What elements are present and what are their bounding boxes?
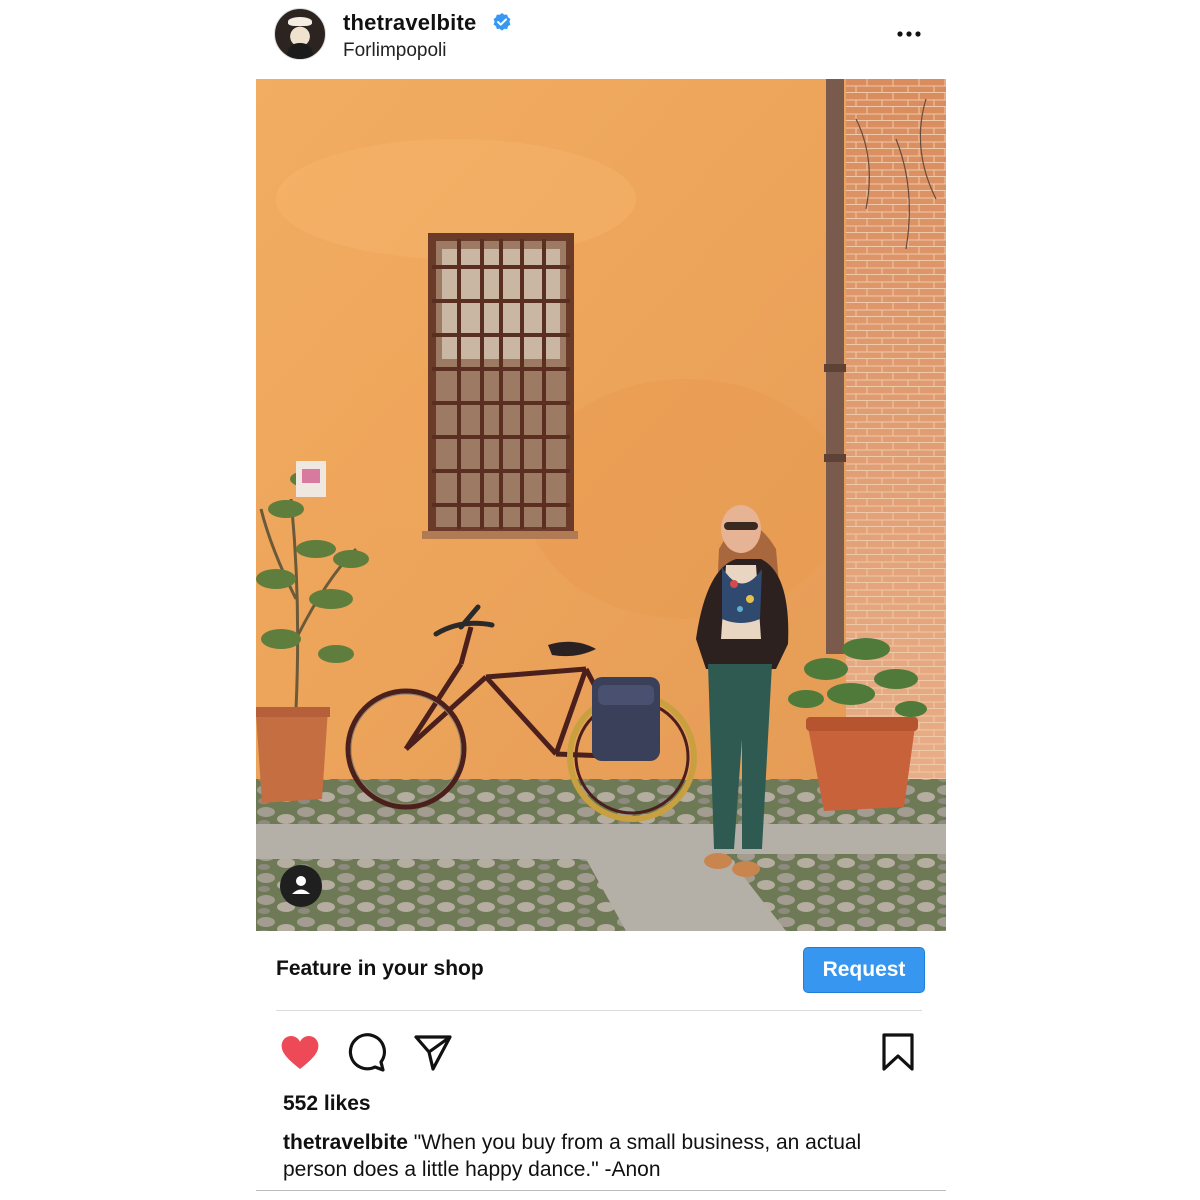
instagram-post: thetravelbite Forlimpopoli Feature in yo…	[256, 0, 946, 1200]
share-icon[interactable]	[411, 1030, 455, 1074]
username[interactable]: thetravelbite	[343, 10, 476, 36]
shop-feature-row: Feature in your shop Request	[256, 931, 946, 1011]
bottom-divider	[256, 1190, 946, 1191]
photo-illustration	[256, 79, 946, 931]
avatar[interactable]	[274, 8, 326, 60]
comment-icon[interactable]	[344, 1030, 388, 1074]
shop-feature-label: Feature in your shop	[276, 957, 484, 980]
likes-count[interactable]: 552 likes	[283, 1092, 371, 1116]
caption-username[interactable]: thetravelbite	[283, 1131, 408, 1154]
location-label[interactable]: Forlimpopoli	[343, 40, 446, 62]
post-photo[interactable]	[256, 79, 946, 931]
request-button[interactable]: Request	[803, 947, 925, 993]
divider	[276, 1010, 922, 1011]
heart-icon[interactable]	[278, 1030, 322, 1074]
tagged-user-icon[interactable]	[280, 865, 322, 907]
more-options-icon[interactable]	[894, 22, 924, 46]
verified-badge-icon	[493, 13, 511, 31]
bookmark-icon[interactable]	[876, 1030, 920, 1074]
post-caption: thetravelbite "When you buy from a small…	[283, 1129, 903, 1183]
post-header: thetravelbite Forlimpopoli	[256, 0, 946, 78]
